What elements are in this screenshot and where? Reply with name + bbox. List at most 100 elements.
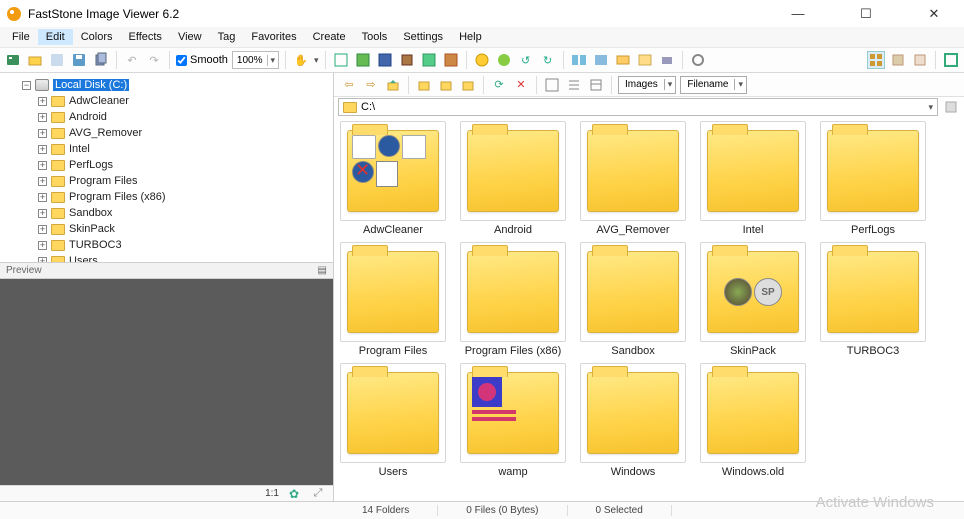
filter-select[interactable]: Images▾ xyxy=(618,76,676,94)
view-list-icon[interactable] xyxy=(565,76,583,94)
view-compare-icon[interactable] xyxy=(911,51,929,69)
fav1-icon[interactable] xyxy=(415,76,433,94)
adjust-icon[interactable] xyxy=(473,51,491,69)
delete-icon[interactable]: ✕ xyxy=(512,76,530,94)
tree-item[interactable]: +Program Files xyxy=(38,173,327,189)
tree-item[interactable]: +SkinPack xyxy=(38,221,327,237)
status-selected: 0 Selected xyxy=(568,505,672,516)
fit-label[interactable]: 1:1 xyxy=(265,488,279,499)
menu-effects[interactable]: Effects xyxy=(121,29,170,45)
menu-create[interactable]: Create xyxy=(305,29,354,45)
nav-up-icon[interactable] xyxy=(384,76,402,94)
thumb-item[interactable]: Intel xyxy=(700,121,806,236)
tree-item[interactable]: +Sandbox xyxy=(38,205,327,221)
folder-icon xyxy=(343,102,357,113)
email-icon[interactable] xyxy=(614,51,632,69)
tree-item[interactable]: +Program Files (x86) xyxy=(38,189,327,205)
wallpaper-icon[interactable] xyxy=(636,51,654,69)
preview-settings-icon[interactable]: ✿ xyxy=(285,485,303,503)
hand-icon[interactable]: ✋ xyxy=(292,51,310,69)
preview-header: Preview ▤ xyxy=(0,263,333,279)
fav3-icon[interactable] xyxy=(459,76,477,94)
rotate-right-icon[interactable]: ↻ xyxy=(539,51,557,69)
thumb-item[interactable]: Android xyxy=(460,121,566,236)
resize-icon[interactable] xyxy=(354,51,372,69)
thumb-item[interactable]: wamp xyxy=(460,363,566,478)
copy-icon[interactable] xyxy=(92,51,110,69)
window-close-button[interactable]: ✕ xyxy=(914,2,954,26)
tree-item[interactable]: +AdwCleaner xyxy=(38,93,327,109)
window-maximize-button[interactable]: ☐ xyxy=(846,2,886,26)
acquire-icon[interactable] xyxy=(4,51,22,69)
tree-item[interactable]: +AVG_Remover xyxy=(38,125,327,141)
left-panel: −Local Disk (C:)+AdwCleaner+Android+AVG_… xyxy=(0,73,334,501)
save-icon[interactable] xyxy=(48,51,66,69)
thumb-item[interactable]: Users xyxy=(340,363,446,478)
view-detail-icon[interactable] xyxy=(587,76,605,94)
view-single-icon[interactable] xyxy=(889,51,907,69)
view-large-icon[interactable] xyxy=(543,76,561,94)
thumb-item[interactable]: Program Files (x86) xyxy=(460,242,566,357)
compare-icon[interactable] xyxy=(570,51,588,69)
sort-select[interactable]: Filename▾ xyxy=(680,76,747,94)
menu-favorites[interactable]: Favorites xyxy=(243,29,304,45)
view-thumbnails-icon[interactable] xyxy=(867,51,885,69)
refresh-icon[interactable]: ⟳ xyxy=(490,76,508,94)
zoom-combo[interactable]: 100%▾ xyxy=(232,51,279,69)
canvas-icon[interactable] xyxy=(376,51,394,69)
menu-view[interactable]: View xyxy=(170,29,210,45)
tree-item[interactable]: +Android xyxy=(38,109,327,125)
thumb-item[interactable]: ✕AdwCleaner xyxy=(340,121,446,236)
folder-tree[interactable]: −Local Disk (C:)+AdwCleaner+Android+AVG_… xyxy=(0,73,333,263)
titlebar: FastStone Image Viewer 6.2 — ☐ ✕ xyxy=(0,0,964,27)
save-as-icon[interactable] xyxy=(70,51,88,69)
thumb-item[interactable]: Windows.old xyxy=(700,363,806,478)
smooth-checkbox[interactable]: Smooth xyxy=(176,54,228,66)
open-icon[interactable] xyxy=(26,51,44,69)
effects-icon[interactable] xyxy=(495,51,513,69)
nav-forward-icon[interactable]: ⇨ xyxy=(362,76,380,94)
preview-area xyxy=(0,279,333,485)
crop-icon[interactable] xyxy=(332,51,350,69)
app-icon xyxy=(6,6,22,22)
menu-help[interactable]: Help xyxy=(451,29,490,45)
fav2-icon[interactable] xyxy=(437,76,455,94)
settings-icon[interactable] xyxy=(689,51,707,69)
address-bar: C:\ ▾ xyxy=(334,97,964,117)
tree-item[interactable]: +TURBOC3 xyxy=(38,237,327,253)
thumb-item[interactable]: PerfLogs xyxy=(820,121,926,236)
fullscreen-icon[interactable] xyxy=(942,51,960,69)
menu-colors[interactable]: Colors xyxy=(73,29,121,45)
redo-icon[interactable]: ↷ xyxy=(145,51,163,69)
path-field[interactable]: C:\ ▾ xyxy=(338,98,938,116)
tree-item[interactable]: +Intel xyxy=(38,141,327,157)
thumb-item[interactable]: Windows xyxy=(580,363,686,478)
menu-tools[interactable]: Tools xyxy=(354,29,396,45)
print-icon[interactable] xyxy=(658,51,676,69)
thumb-item[interactable]: AVG_Remover xyxy=(580,121,686,236)
thumb-item[interactable]: TURBOC3 xyxy=(820,242,926,357)
path-go-icon[interactable] xyxy=(942,98,960,116)
tree-item[interactable]: +Users xyxy=(38,253,327,263)
preview-expand-icon[interactable]: ⤢ xyxy=(309,485,327,503)
thumb-item[interactable]: SPSkinPack xyxy=(700,242,806,357)
tree-root[interactable]: −Local Disk (C:) xyxy=(22,77,327,93)
menu-edit[interactable]: Edit xyxy=(38,29,73,45)
status-files: 0 Files (0 Bytes) xyxy=(438,505,567,516)
rotate-left-icon[interactable]: ↺ xyxy=(517,51,535,69)
clone-icon[interactable] xyxy=(398,51,416,69)
menu-file[interactable]: File xyxy=(4,29,38,45)
undo-icon[interactable]: ↶ xyxy=(123,51,141,69)
window-minimize-button[interactable]: — xyxy=(778,2,818,26)
slideshow-icon[interactable] xyxy=(592,51,610,69)
menu-tag[interactable]: Tag xyxy=(210,29,244,45)
nav-back-icon[interactable]: ⇦ xyxy=(340,76,358,94)
preview-footer: 1:1 ✿ ⤢ xyxy=(0,485,333,501)
thumb-item[interactable]: Program Files xyxy=(340,242,446,357)
thumb-item[interactable]: Sandbox xyxy=(580,242,686,357)
draw-icon[interactable] xyxy=(442,51,460,69)
menu-settings[interactable]: Settings xyxy=(395,29,451,45)
tree-item[interactable]: +PerfLogs xyxy=(38,157,327,173)
text-icon[interactable] xyxy=(420,51,438,69)
menubar: FileEditColorsEffectsViewTagFavoritesCre… xyxy=(0,27,964,47)
